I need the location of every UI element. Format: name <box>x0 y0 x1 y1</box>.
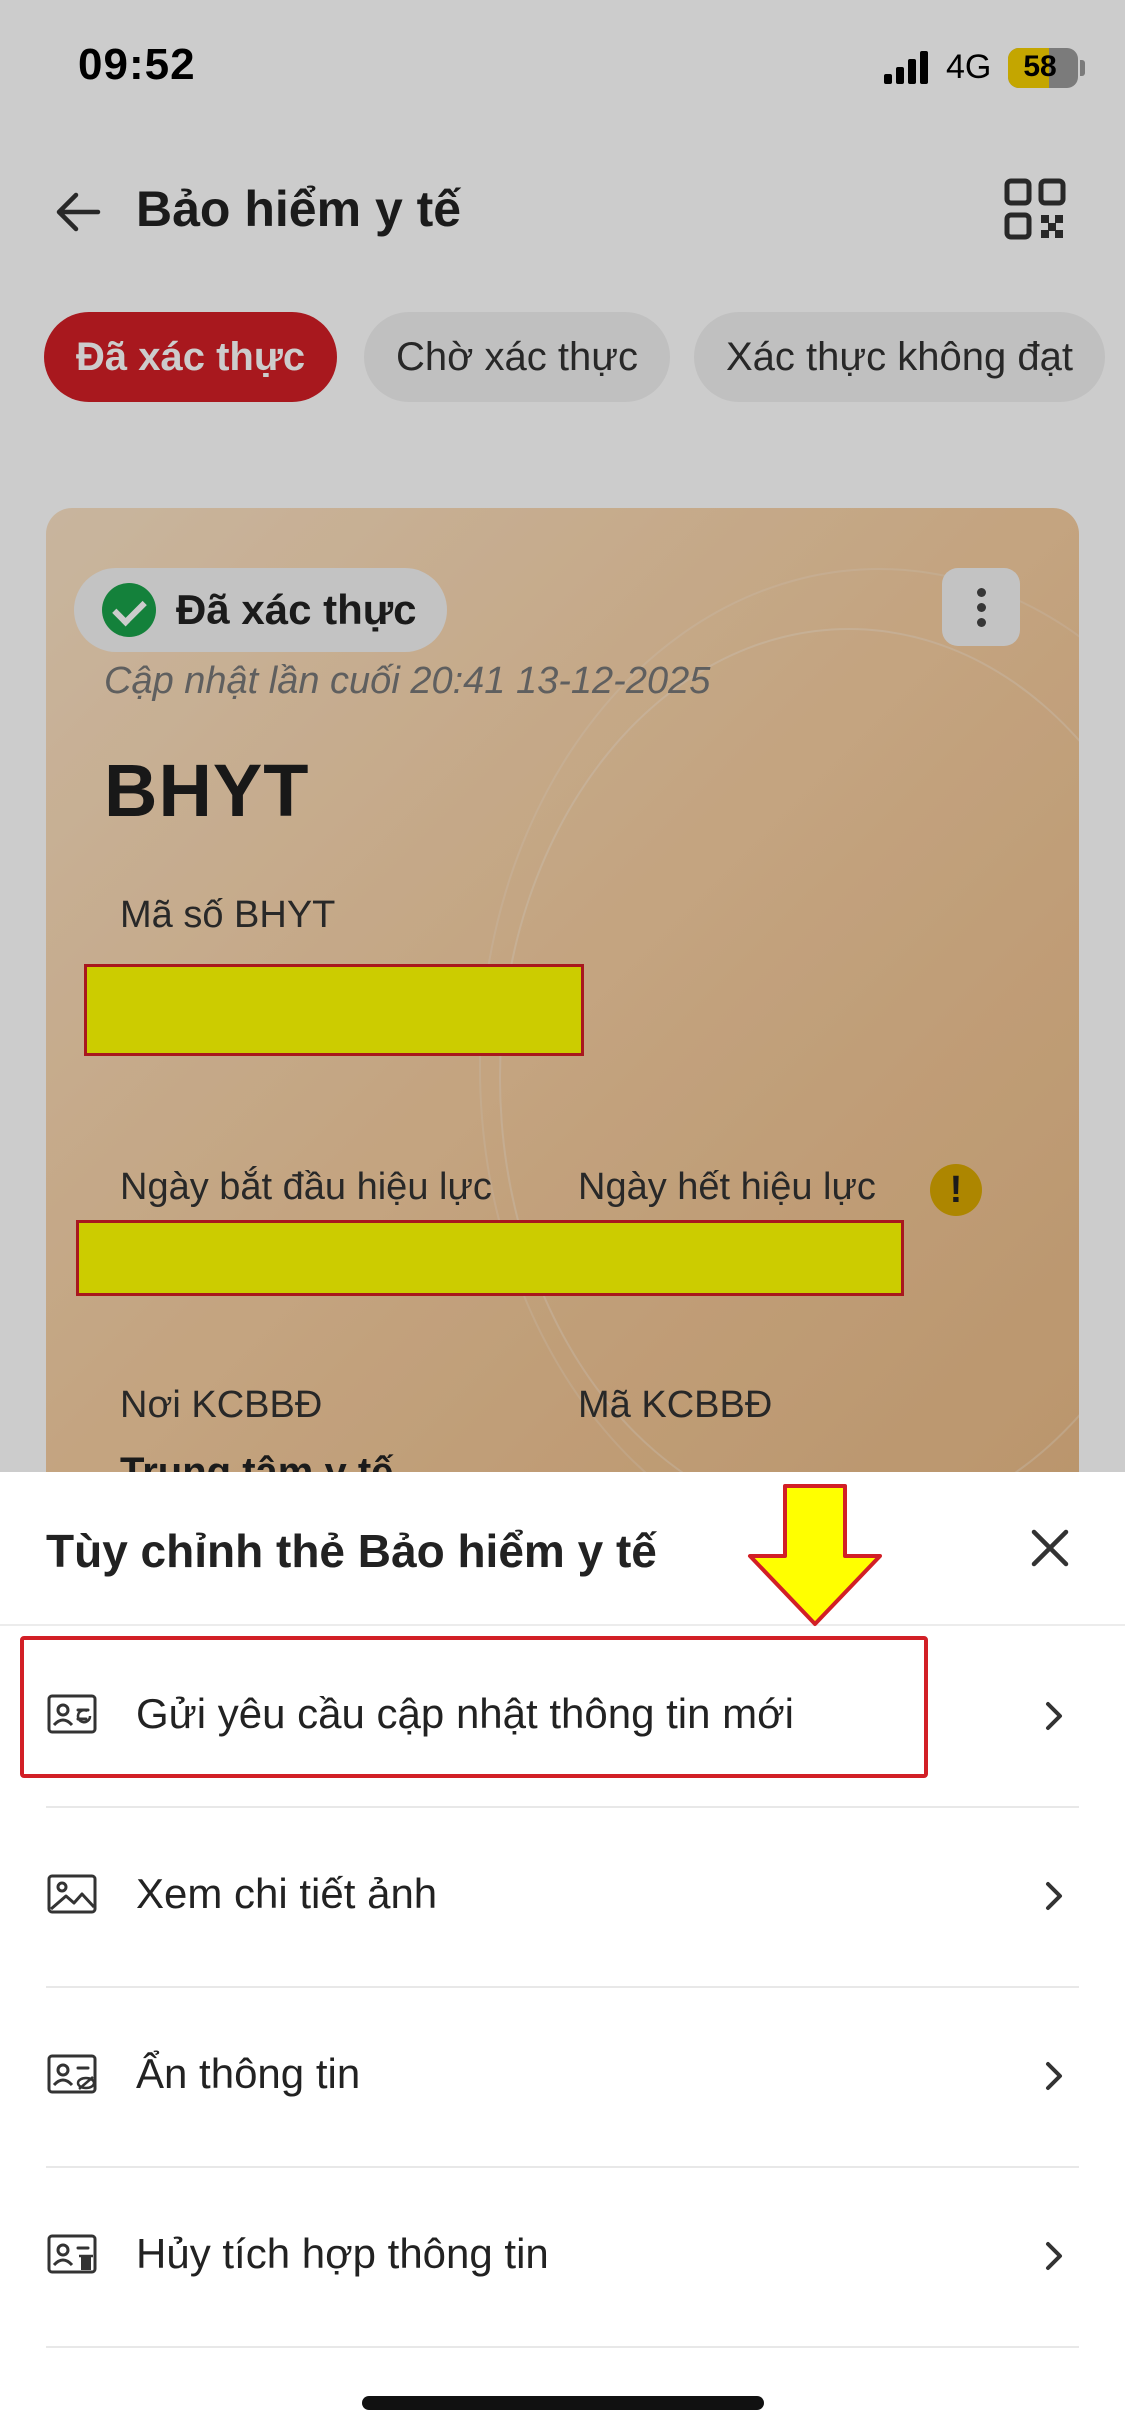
close-icon <box>1031 1529 1069 1567</box>
close-button[interactable] <box>1020 1518 1080 1578</box>
arrow-down-icon <box>748 1484 882 1626</box>
id-card-hide-icon <box>47 2054 97 2094</box>
home-indicator[interactable] <box>362 2396 764 2410</box>
chevron-right-icon <box>1046 2062 1062 2090</box>
menu-item-unlink-info[interactable]: Hủy tích hợp thông tin <box>46 2168 1079 2346</box>
menu-item-label: Hủy tích hợp thông tin <box>136 2230 549 2277</box>
menu-item-view-image[interactable]: Xem chi tiết ảnh <box>46 1808 1079 1986</box>
divider <box>0 1624 1125 1626</box>
chevron-right-icon <box>1046 2242 1062 2270</box>
menu-item-label: Xem chi tiết ảnh <box>136 1870 438 1917</box>
sheet-title: Tùy chỉnh thẻ Bảo hiểm y tế <box>46 1525 657 1577</box>
options-sheet: Tùy chỉnh thẻ Bảo hiểm y tế Gửi yêu cầu … <box>0 1472 1125 2436</box>
chevron-right-icon <box>1046 1882 1062 1910</box>
menu-item-hide-info[interactable]: Ẩn thông tin <box>46 1988 1079 2166</box>
id-card-delete-icon <box>47 2234 97 2274</box>
menu-item-label: Ẩn thông tin <box>136 2050 361 2097</box>
chevron-right-icon <box>1046 1702 1062 1730</box>
divider <box>46 2346 1079 2348</box>
highlight-box <box>20 1636 928 1778</box>
image-icon <box>47 1874 97 1914</box>
